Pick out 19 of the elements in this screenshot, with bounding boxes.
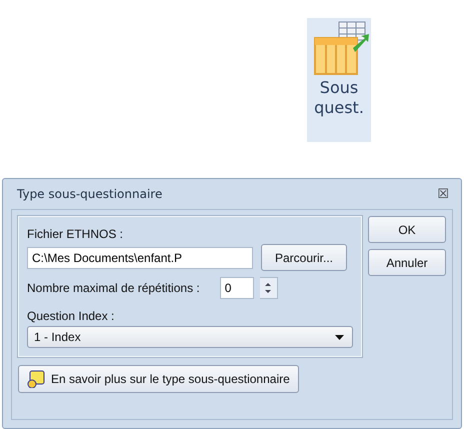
close-button[interactable]: ☒ xyxy=(437,186,449,202)
field-label: Fichier ETHNOS : xyxy=(27,227,124,241)
spin-arrows-icon xyxy=(265,282,272,294)
ribbon-label: Sous xyxy=(320,78,358,98)
help-icon xyxy=(27,370,45,388)
field-label: Nombre maximal de répétitions : xyxy=(27,281,200,295)
window-title: Type sous-questionnaire xyxy=(17,187,162,201)
dialog-button[interactable]: Annuler xyxy=(368,249,446,276)
browse-button[interactable]: Parcourir... xyxy=(261,244,347,271)
help-button[interactable]: En savoir plus sur le type sous-questionnaire xyxy=(18,365,299,393)
field-label: Question Index : xyxy=(27,309,114,323)
dialog-button[interactable]: OK xyxy=(368,216,446,243)
repetitions-field[interactable]: 0 xyxy=(220,277,254,299)
ribbon-button[interactable]: Sous quest. xyxy=(307,18,371,142)
file-field[interactable]: C:\Mes Documents\enfant.P xyxy=(27,246,253,268)
caret-icon xyxy=(335,334,344,340)
ribbon-label: quest. xyxy=(314,98,364,118)
index-dropdown[interactable]: 1 - Index xyxy=(27,326,353,348)
spinner-control[interactable] xyxy=(260,277,278,299)
